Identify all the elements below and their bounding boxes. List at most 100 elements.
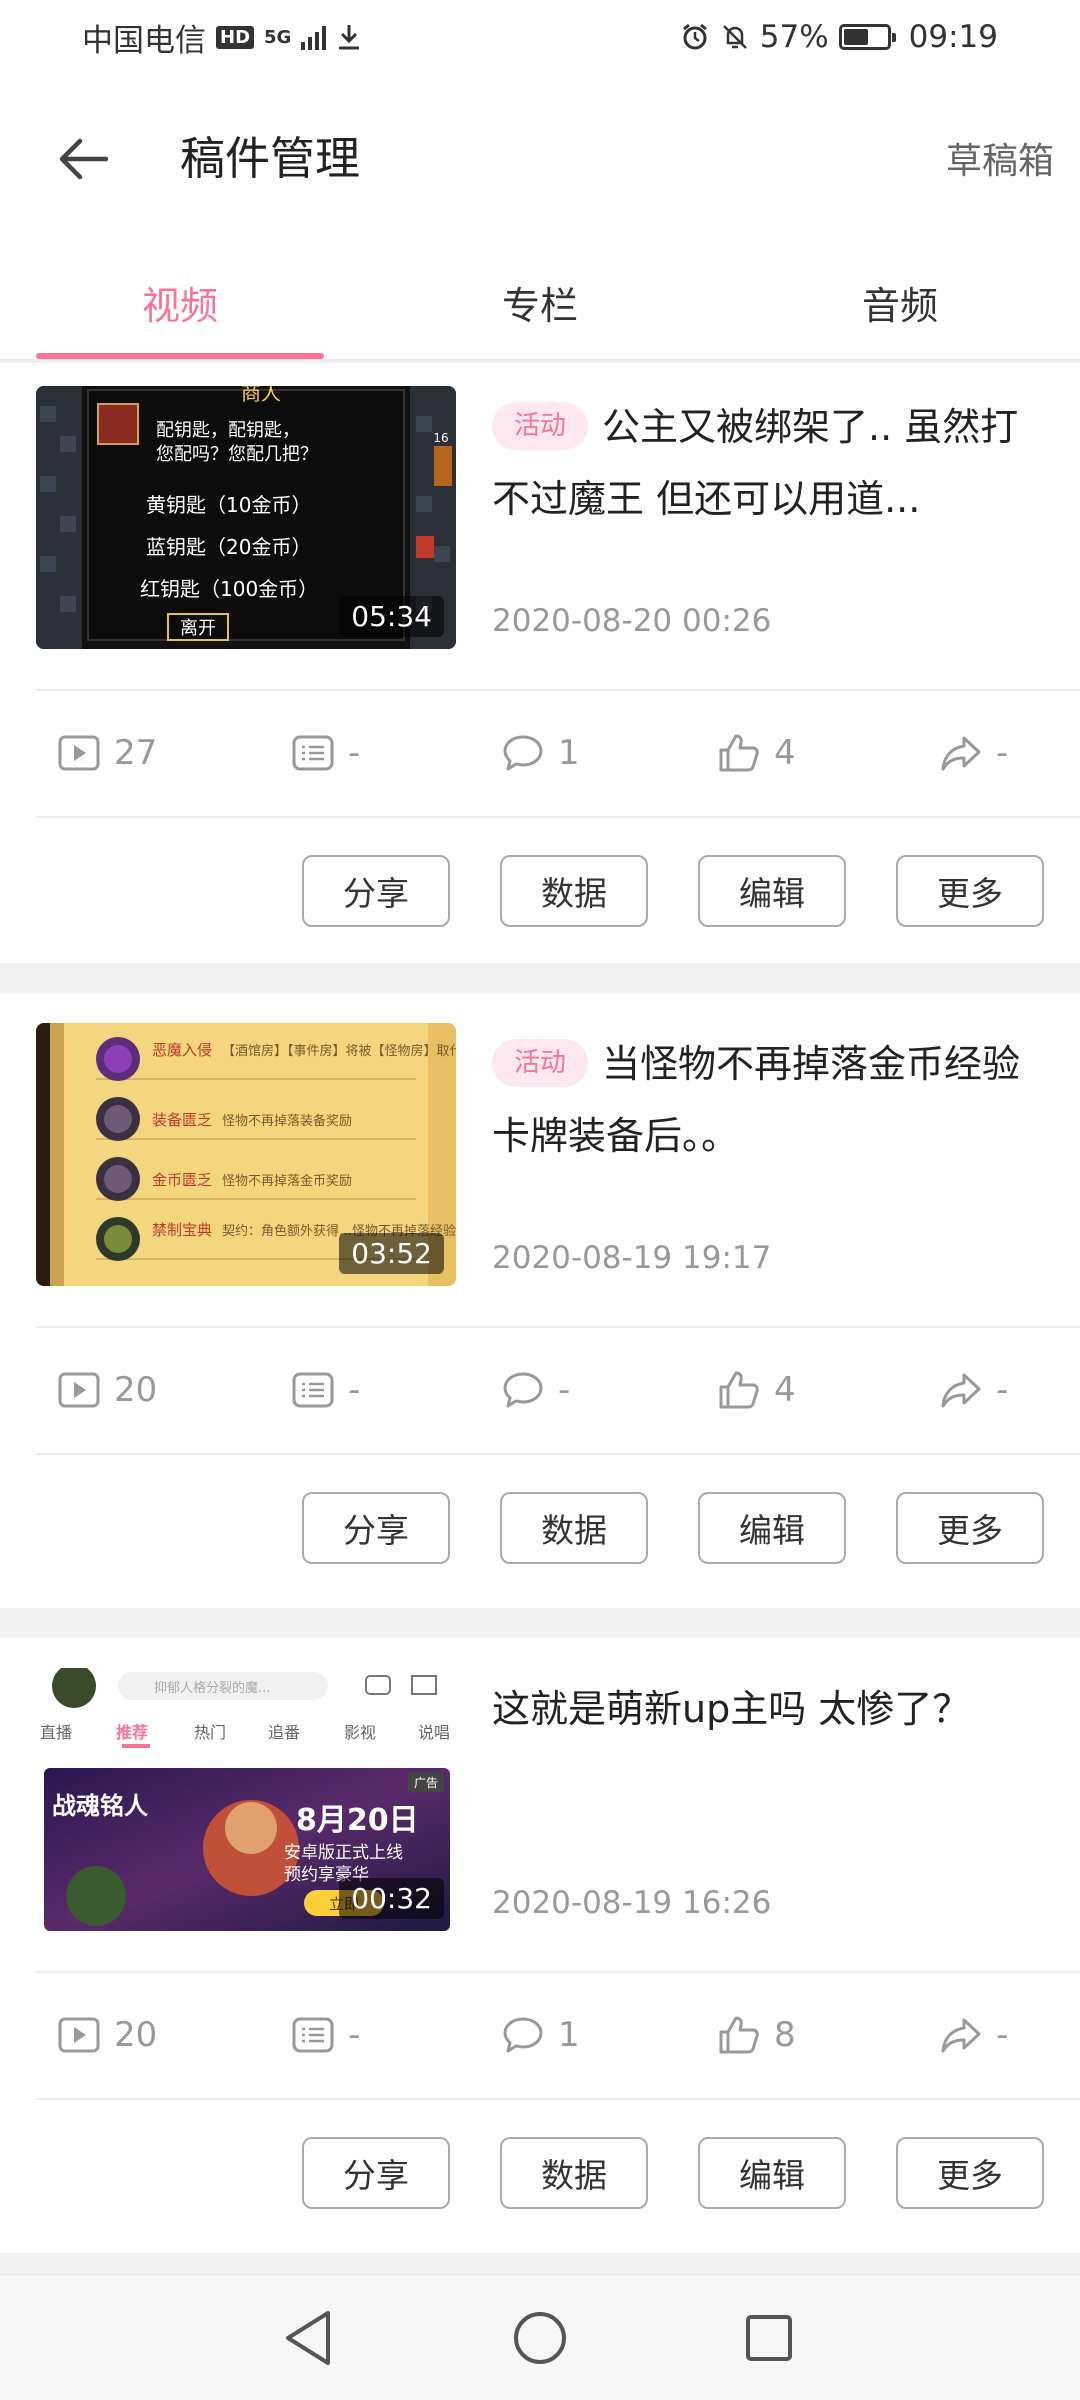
edit-button[interactable]: 编辑 (698, 2137, 846, 2209)
stat-shares: - (940, 733, 1008, 773)
share-arrow-icon (941, 1373, 981, 1408)
play-icon (58, 2017, 100, 2053)
publish-date: 2020-08-19 16:26 (492, 1885, 772, 1921)
video-stats: 20 - - 4 - (0, 1328, 1080, 1453)
stat-plays-value: 20 (114, 2015, 158, 2055)
thumbs-up-icon (719, 2016, 759, 2054)
thumb-row-name: 金币匮乏 (152, 1171, 212, 1189)
video-info: 活动 当怪物不再掉落金币经验卡牌装备后。。 (492, 1028, 1044, 1172)
stat-likes-value: 8 (774, 2015, 796, 2055)
thumb-row-name: 恶魔入侵 (152, 1041, 212, 1059)
video-title[interactable]: 这就是萌新up主吗 太惨了？ (492, 1673, 1044, 1745)
publish-date: 2020-08-19 19:17 (492, 1240, 772, 1276)
share-button[interactable]: 分享 (302, 2137, 450, 2209)
stat-plays-value: 27 (114, 733, 158, 773)
activity-badge: 活动 (492, 402, 589, 450)
stat-plays: 27 (58, 733, 157, 773)
mute-bell-icon (722, 25, 747, 49)
back-button[interactable] (48, 124, 118, 194)
action-buttons: 分享 数据 编辑 更多 (302, 855, 1044, 927)
stat-danmaku-value: - (348, 1370, 361, 1410)
stat-likes: 4 (718, 1370, 796, 1410)
stat-comments: 1 (502, 2015, 580, 2055)
download-icon (339, 25, 360, 50)
nav-home-button[interactable] (505, 2303, 575, 2373)
status-left: 中国电信 HD 5G (82, 15, 362, 60)
video-title[interactable]: 活动 当怪物不再掉落金币经验卡牌装备后。。 (492, 1028, 1044, 1172)
video-title[interactable]: 活动 公主又被绑架了.. 虽然打不过魔王 但还可以用道... (492, 391, 1044, 535)
card-separator (0, 1608, 1080, 1638)
divider (36, 816, 1080, 818)
data-button[interactable]: 数据 (500, 855, 648, 927)
comment-icon (503, 735, 543, 771)
stat-likes-value: 4 (774, 1370, 796, 1410)
video-thumbnail[interactable]: 抑郁人格分裂的魔... 直播 推荐 热门 追番 影视 说唱 战魂铭人 广告 8月… (36, 1668, 456, 1931)
video-list: 商人 配钥匙，配钥匙， 您配吗？您配几把？ 黄钥匙（10金币） 蓝钥匙（20金币… (0, 363, 1080, 2283)
nav-back-button[interactable] (274, 2303, 344, 2373)
danmaku-icon (292, 1372, 334, 1408)
stat-comments: - (502, 1370, 570, 1410)
data-button[interactable]: 数据 (500, 1492, 648, 1564)
thumb-nav-item: 推荐 (116, 1723, 148, 1742)
signal-icon (301, 24, 327, 50)
video-info: 这就是萌新up主吗 太惨了？ (492, 1673, 1044, 1745)
stat-likes: 8 (718, 2015, 796, 2055)
thumb-shop-title: 商人 (241, 386, 281, 405)
play-icon (58, 1372, 100, 1408)
thumb-floor: 16 (433, 431, 448, 445)
stat-plays-value: 20 (114, 1370, 158, 1410)
tab-video[interactable]: 视频 (0, 239, 360, 359)
hd-badge: HD (216, 25, 255, 49)
video-card: 商人 配钥匙，配钥匙， 您配吗？您配几把？ 黄钥匙（10金币） 蓝钥匙（20金币… (0, 363, 1080, 963)
share-button[interactable]: 分享 (302, 1492, 450, 1564)
tab-column[interactable]: 专栏 (360, 239, 720, 359)
thumb-row-name: 禁制宝典 (152, 1221, 212, 1239)
stat-plays: 20 (58, 1370, 157, 1410)
share-button[interactable]: 分享 (302, 855, 450, 927)
video-thumbnail[interactable]: 商人 配钥匙，配钥匙， 您配吗？您配几把？ 黄钥匙（10金币） 蓝钥匙（20金币… (36, 386, 456, 649)
publish-date: 2020-08-20 00:26 (492, 603, 772, 639)
nav-recents-button[interactable] (734, 2303, 804, 2373)
video-title-text: 这就是萌新up主吗 太惨了？ (492, 1687, 971, 1731)
more-button[interactable]: 更多 (896, 1492, 1044, 1564)
page-title: 稿件管理 (180, 132, 361, 185)
more-button[interactable]: 更多 (896, 855, 1044, 927)
status-bar: 中国电信 HD 5G 57% 09:19 (0, 0, 1080, 74)
stat-danmaku: - (292, 2015, 360, 2055)
system-nav-bar (0, 2274, 1080, 2400)
stat-comments-value: - (558, 1370, 571, 1410)
video-stats: 27 - 1 4 - (0, 691, 1080, 816)
more-button[interactable]: 更多 (896, 2137, 1044, 2209)
comment-icon (503, 1372, 543, 1408)
data-button[interactable]: 数据 (500, 2137, 648, 2209)
stat-likes: 4 (718, 733, 796, 773)
thumb-row-name: 装备匮乏 (152, 1111, 212, 1129)
thumb-banner-line: 安卓版正式上线 (284, 1843, 403, 1863)
stat-shares-value: - (996, 1370, 1009, 1410)
stat-danmaku-value: - (348, 733, 361, 773)
thumb-nav-item: 影视 (344, 1723, 376, 1742)
arrow-left-icon (59, 138, 109, 180)
video-card: 恶魔入侵 【酒馆房】【事件房】将被【怪物房】取代 装备匮乏 怪物不再掉落装备奖励… (0, 993, 1080, 1608)
thumb-nav-item: 直播 (40, 1723, 72, 1742)
video-thumbnail[interactable]: 恶魔入侵 【酒馆房】【事件房】将被【怪物房】取代 装备匮乏 怪物不再掉落装备奖励… (36, 1023, 456, 1286)
thumb-line: 配钥匙，配钥匙， (156, 420, 300, 441)
edit-button[interactable]: 编辑 (698, 855, 846, 927)
thumbs-up-icon (719, 1371, 759, 1409)
tab-audio[interactable]: 音频 (720, 239, 1080, 359)
stat-comments-value: 1 (558, 733, 580, 773)
thumb-banner-date: 8月20日 (296, 1803, 419, 1838)
edit-button[interactable]: 编辑 (698, 1492, 846, 1564)
stat-comments-value: 1 (558, 2015, 580, 2055)
thumb-nav-item: 追番 (268, 1723, 300, 1742)
action-buttons: 分享 数据 编辑 更多 (302, 1492, 1044, 1564)
duration-label: 03:52 (339, 1233, 444, 1274)
thumb-game-logo: 战魂铭人 (52, 1792, 148, 1820)
stat-danmaku: - (292, 733, 360, 773)
drafts-button[interactable]: 草稿箱 (946, 132, 1054, 184)
video-stats: 20 - 1 8 - (0, 1973, 1080, 2098)
app-header: 稿件管理 草稿箱 (0, 74, 1080, 239)
thumb-search-placeholder: 抑郁人格分裂的魔... (154, 1680, 270, 1696)
thumb-row-desc: 【酒馆房】【事件房】将被【怪物房】取代 (222, 1043, 456, 1059)
thumb-line: 黄钥匙（10金币） (146, 493, 311, 517)
